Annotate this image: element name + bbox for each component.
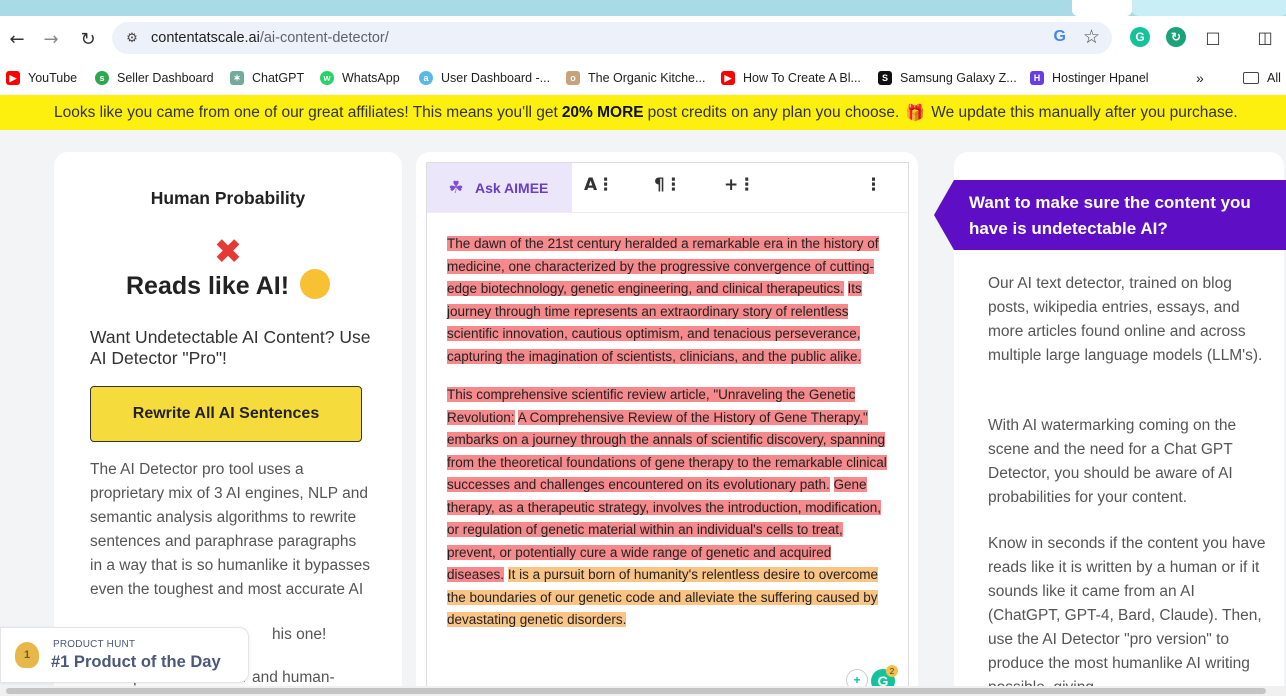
ask-aimee-button[interactable]: ☘ Ask AIMEE	[427, 163, 572, 212]
pro-tool-description-tail: his one!	[272, 626, 327, 643]
youtube-icon: ▶	[6, 71, 20, 85]
cross-mark-icon: ✖	[213, 232, 243, 272]
user-dashboard-icon: a	[419, 71, 433, 85]
tab-inactive[interactable]	[1130, 0, 1286, 16]
info-paragraph-1: Our AI text detector, trained on blog po…	[988, 275, 1263, 364]
human-probability-card: Human Probability ✖ Reads like AI! Want …	[54, 152, 402, 696]
paragraph-format-button[interactable]: ¶⋮	[654, 175, 682, 195]
bookmark-user-dashboard[interactable]: a User Dashboard -...	[419, 68, 550, 88]
chatgpt-icon: ✶	[230, 71, 244, 85]
browser-toolbar: ← → ↻ ⚙ contentatscale.ai/ai-content-det…	[0, 16, 1286, 62]
samsung-icon: S	[878, 71, 892, 85]
horizontal-scrollbar[interactable]	[0, 686, 1286, 696]
bookmark-chatgpt[interactable]: ✶ ChatGPT	[230, 68, 304, 88]
text-editor[interactable]: ☘ Ask AIMEE A⋮ ¶⋮ +⋮ ⋮ The dawn of the 2…	[426, 162, 909, 696]
octopus-icon: ☘	[448, 177, 464, 198]
bookmarks-bar: ▶ YouTube s Seller Dashboard ✶ ChatGPT w Wha…	[0, 62, 1286, 94]
tab-strip	[0, 0, 1286, 16]
affiliate-banner: Looks like you came from one of our grea…	[0, 95, 1286, 130]
bookmark-star-icon[interactable]: ☆	[1083, 26, 1100, 48]
bookmark-youtube[interactable]: ▶ YouTube	[6, 68, 77, 88]
info-flag-text: Want to make sure the content you have i…	[969, 193, 1251, 238]
paragraph-2: This comprehensive scientific review art…	[447, 384, 892, 632]
bookmark-seller-dashboard[interactable]: s Seller Dashboard	[95, 68, 214, 88]
pro-promo-text: Want Undetectable AI Content? Use AI Det…	[90, 327, 371, 368]
pensive-face-icon	[299, 269, 330, 300]
extensions-puzzle-icon[interactable]: □	[1203, 27, 1223, 47]
hostinger-icon: H	[1030, 71, 1044, 85]
product-hunt-title: #1 Product of the Day	[51, 653, 221, 671]
rewrite-all-button[interactable]: Rewrite All AI Sentences	[90, 386, 362, 442]
highlighted-sentence: It is a pursuit born of humanity's relen…	[447, 567, 879, 627]
verdict-heading: Reads like AI!	[54, 269, 402, 302]
url-text[interactable]: contentatscale.ai/ai-content-detector/	[151, 30, 389, 46]
banner-bold: 20% MORE	[561, 103, 644, 121]
highlighted-sentence: The dawn of the 21st century heralded a …	[447, 236, 879, 296]
bookmark-whatsapp[interactable]: w WhatsApp	[320, 68, 400, 88]
seller-icon: s	[95, 71, 109, 85]
side-panel-icon[interactable]: ◫	[1255, 27, 1275, 47]
grammarly-extension-icon[interactable]: G	[1130, 27, 1150, 47]
bookmark-how-to-create[interactable]: ▶ How To Create A Bl...	[721, 68, 861, 88]
text-format-button[interactable]: A⋮	[584, 175, 614, 195]
folder-icon	[1243, 72, 1259, 84]
more-options-icon[interactable]: ⋮	[865, 175, 882, 195]
pro-tool-description: The AI Detector pro tool uses a propriet…	[90, 461, 370, 598]
address-bar[interactable]: ⚙ contentatscale.ai/ai-content-detector/…	[112, 22, 1112, 54]
scrollbar-thumb[interactable]	[6, 688, 1266, 694]
editor-content[interactable]: The dawn of the 21st century heralded a …	[447, 233, 892, 648]
info-paragraph-3: Know in seconds if the content you have …	[988, 535, 1266, 696]
site-info-icon[interactable]: ⚙	[122, 28, 142, 48]
insert-button[interactable]: +⋮	[724, 175, 755, 195]
back-icon[interactable]: ←	[4, 26, 30, 52]
info-card: Want to make sure the content you have i…	[934, 152, 1286, 696]
product-hunt-badge[interactable]: 1 PRODUCT HUNT #1 Product of the Day	[0, 627, 249, 683]
google-lens-icon[interactable]: G	[1054, 28, 1066, 46]
editor-toolbar: ☘ Ask AIMEE A⋮ ¶⋮ +⋮ ⋮	[427, 163, 908, 213]
youtube-icon: ▶	[721, 71, 735, 85]
paragraph-1: The dawn of the 21st century heralded a …	[447, 233, 892, 368]
human-probability-title: Human Probability	[150, 188, 306, 208]
tab-active[interactable]	[1072, 0, 1132, 16]
bookmark-hostinger[interactable]: H Hostinger Hpanel	[1030, 68, 1149, 88]
editor-card: ☘ Ask AIMEE A⋮ ¶⋮ +⋮ ⋮ The dawn of the 2…	[416, 152, 918, 696]
whatsapp-icon: w	[320, 71, 334, 85]
product-hunt-label: PRODUCT HUNT	[53, 639, 136, 650]
reload-icon[interactable]: ↻	[75, 26, 101, 52]
forward-icon[interactable]: →	[38, 26, 64, 52]
all-bookmarks[interactable]: All	[1243, 68, 1281, 88]
medal-icon: 1	[15, 642, 39, 668]
info-paragraph-2: With AI watermarking coming on the scene…	[988, 417, 1237, 506]
gift-icon: 🎁	[905, 104, 926, 122]
bookmarks-overflow-icon[interactable]: »	[1196, 68, 1204, 88]
organic-kitchen-icon: o	[566, 71, 580, 85]
bookmark-samsung[interactable]: S Samsung Galaxy Z...	[878, 68, 1017, 88]
bookmark-organic-kitchen[interactable]: o The Organic Kitche...	[566, 68, 705, 88]
grammarly-count-badge: 2	[886, 665, 898, 677]
extension-icon[interactable]: ↻	[1166, 27, 1186, 47]
